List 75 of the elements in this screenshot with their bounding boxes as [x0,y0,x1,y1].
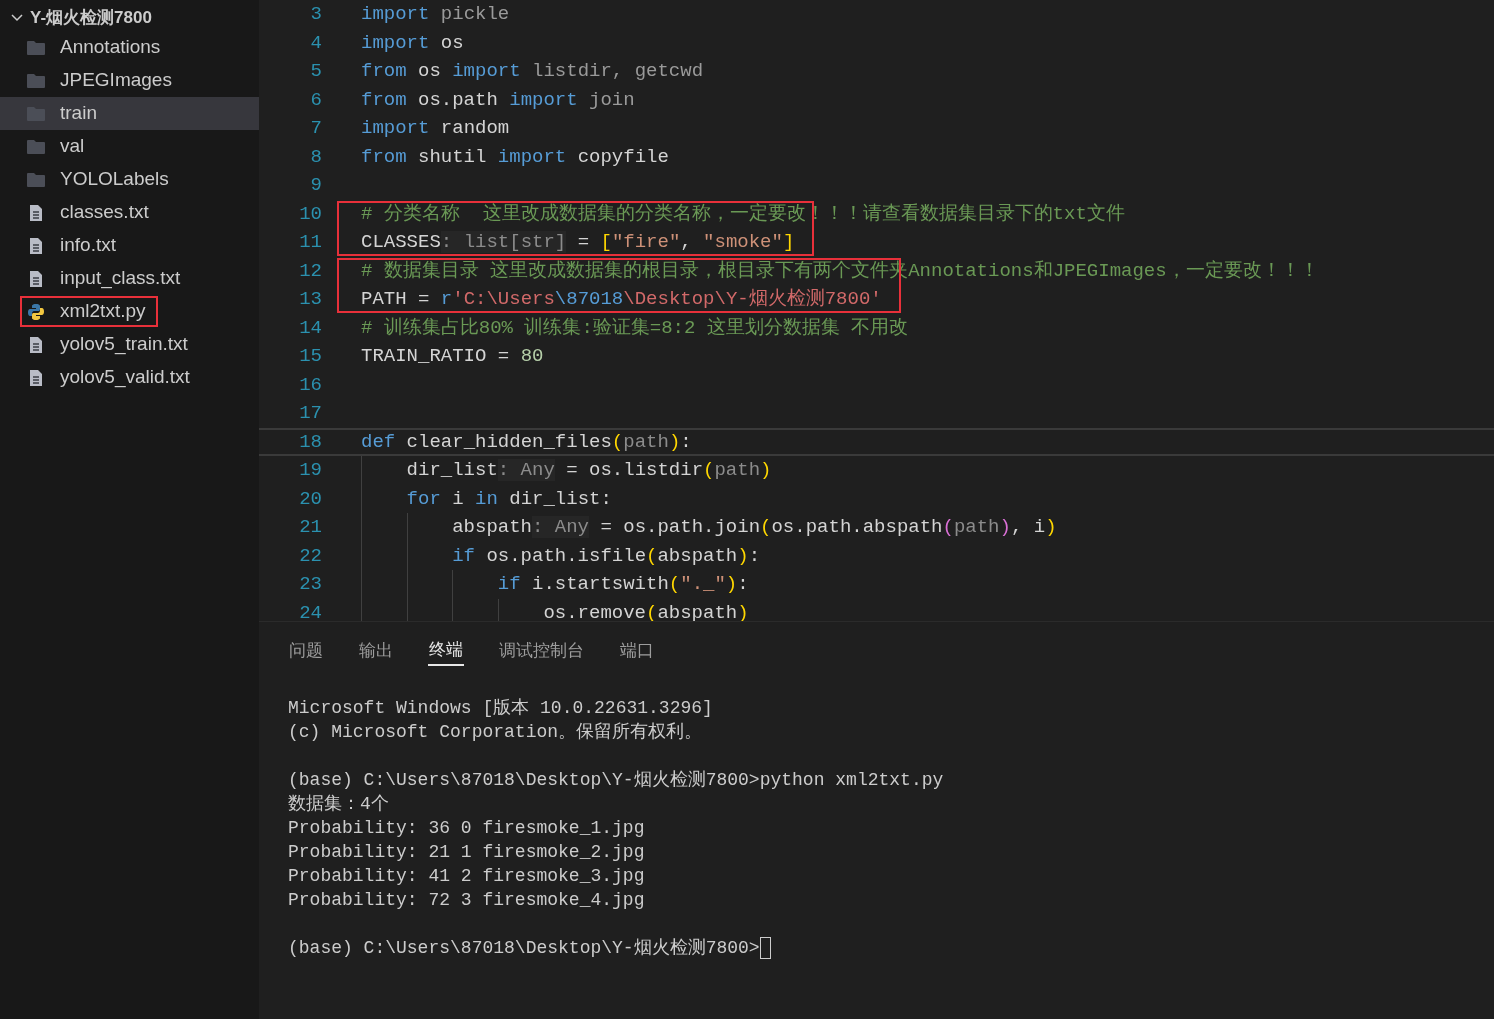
code-line: from shutil import copyfile [361,144,669,169]
python-icon [27,302,45,321]
file-icon [29,368,43,387]
panel-tab[interactable]: 输出 [358,636,394,666]
folder-icon [26,39,46,56]
line-number: 20 [298,486,322,512]
line-number: 19 [298,458,322,483]
line-number: 16 [298,372,322,398]
line-number: 6 [309,87,322,113]
file-tree-item[interactable]: info.txt [0,229,259,262]
folder-icon [26,138,46,155]
code-line: if i.startswith("._"): [361,572,749,597]
line-number: 3 [309,2,322,27]
file-tree-item[interactable]: train [0,97,259,130]
terminal-line: 数据集：4个 [288,793,389,816]
terminal-line: Microsoft Windows [版本 10.0.22631.3296] [288,697,713,720]
line-number: 7 [309,116,322,141]
code-line: from os import listdir, getcwd [361,59,704,84]
code-line: TRAIN_RATIO = 80 [361,344,544,369]
code-line: from os.path import join [361,87,635,112]
line-number: 4 [309,30,322,56]
panel-tab[interactable]: 端口 [619,636,655,666]
code-line: if os.path.isfile(abspath): [361,543,761,568]
line-number: 10 [298,201,322,227]
folder-icon [26,171,46,188]
panel-tab[interactable]: 终端 [428,636,464,666]
code-line: def clear_hidden_files(path): [361,429,692,454]
file-tree-item[interactable]: YOLOLabels [0,163,259,196]
terminal-line: Probability: 36 0 firesmoke_1.jpg [288,817,645,840]
file-tree-item[interactable]: Annotations [0,31,259,64]
code-line: dir_list: Any = os.listdir(path) [361,458,772,483]
folder-header[interactable]: Y-烟火检测7800 [0,4,259,31]
terminal-line: (base) C:\Users\87018\Desktop\Y-烟火检测7800> [288,937,760,960]
folder-icon [26,105,46,122]
file-tree-item[interactable]: JPEGImages [0,64,259,97]
file-tree-item[interactable]: classes.txt [0,196,259,229]
line-number: 12 [298,258,322,284]
line-number: 14 [298,315,322,341]
line-number: 23 [298,572,322,597]
file-icon [29,335,43,354]
code-line: import random [361,116,510,141]
line-number: 11 [298,230,322,255]
terminal-line: (base) C:\Users\87018\Desktop\Y-烟火检测7800>python xml2txt.py [288,769,944,792]
code-line: CLASSES: list[str] = ["fire", "smoke"] [361,230,795,255]
line-number: 13 [298,287,322,312]
file-tree-item[interactable]: val [0,130,259,163]
terminal-line: Probability: 21 1 firesmoke_2.jpg [288,841,645,864]
folder-icon [26,72,46,89]
code-line: # 训练集占比80% 训练集:验证集=8:2 这里划分数据集 不用改 [361,315,909,340]
line-number: 15 [298,344,322,369]
terminal-line: Probability: 41 2 firesmoke_3.jpg [288,865,645,888]
file-tree-item[interactable]: yolov5_valid.txt [0,361,259,394]
panel-tab[interactable]: 调试控制台 [498,636,585,666]
code-line: PATH = r'C:\Users\87018\Desktop\Y-烟火检测7800' [361,287,882,312]
code-line: abspath: Any = os.path.join(os.path.abspath(path), i) [361,515,1057,540]
code-line: for i in dir_list: [361,486,612,511]
line-number: 22 [298,543,322,569]
line-number: 24 [298,600,322,621]
file-tree-item[interactable]: input_class.txt [0,262,259,295]
terminal-line: Probability: 72 3 firesmoke_4.jpg [288,889,645,912]
file-icon [29,203,43,222]
line-number: 9 [309,173,322,198]
panel-tab[interactable]: 问题 [288,636,324,666]
terminal-line: (c) Microsoft Corporation。保留所有权利。 [288,721,703,744]
line-number: 8 [309,144,322,170]
code-line: # 分类名称 这里改成数据集的分类名称，一定要改！！！请查看数据集目录下的txt文件 [361,201,1125,226]
code-line: import pickle [361,2,510,27]
line-number: 21 [298,515,322,540]
file-icon [29,236,43,255]
code-line: import os [361,30,464,55]
file-tree-item[interactable]: yolov5_train.txt [0,328,259,361]
file-icon [29,269,43,288]
line-number: 17 [298,401,322,426]
line-number: 5 [309,59,322,84]
line-number: 18 [298,429,322,455]
